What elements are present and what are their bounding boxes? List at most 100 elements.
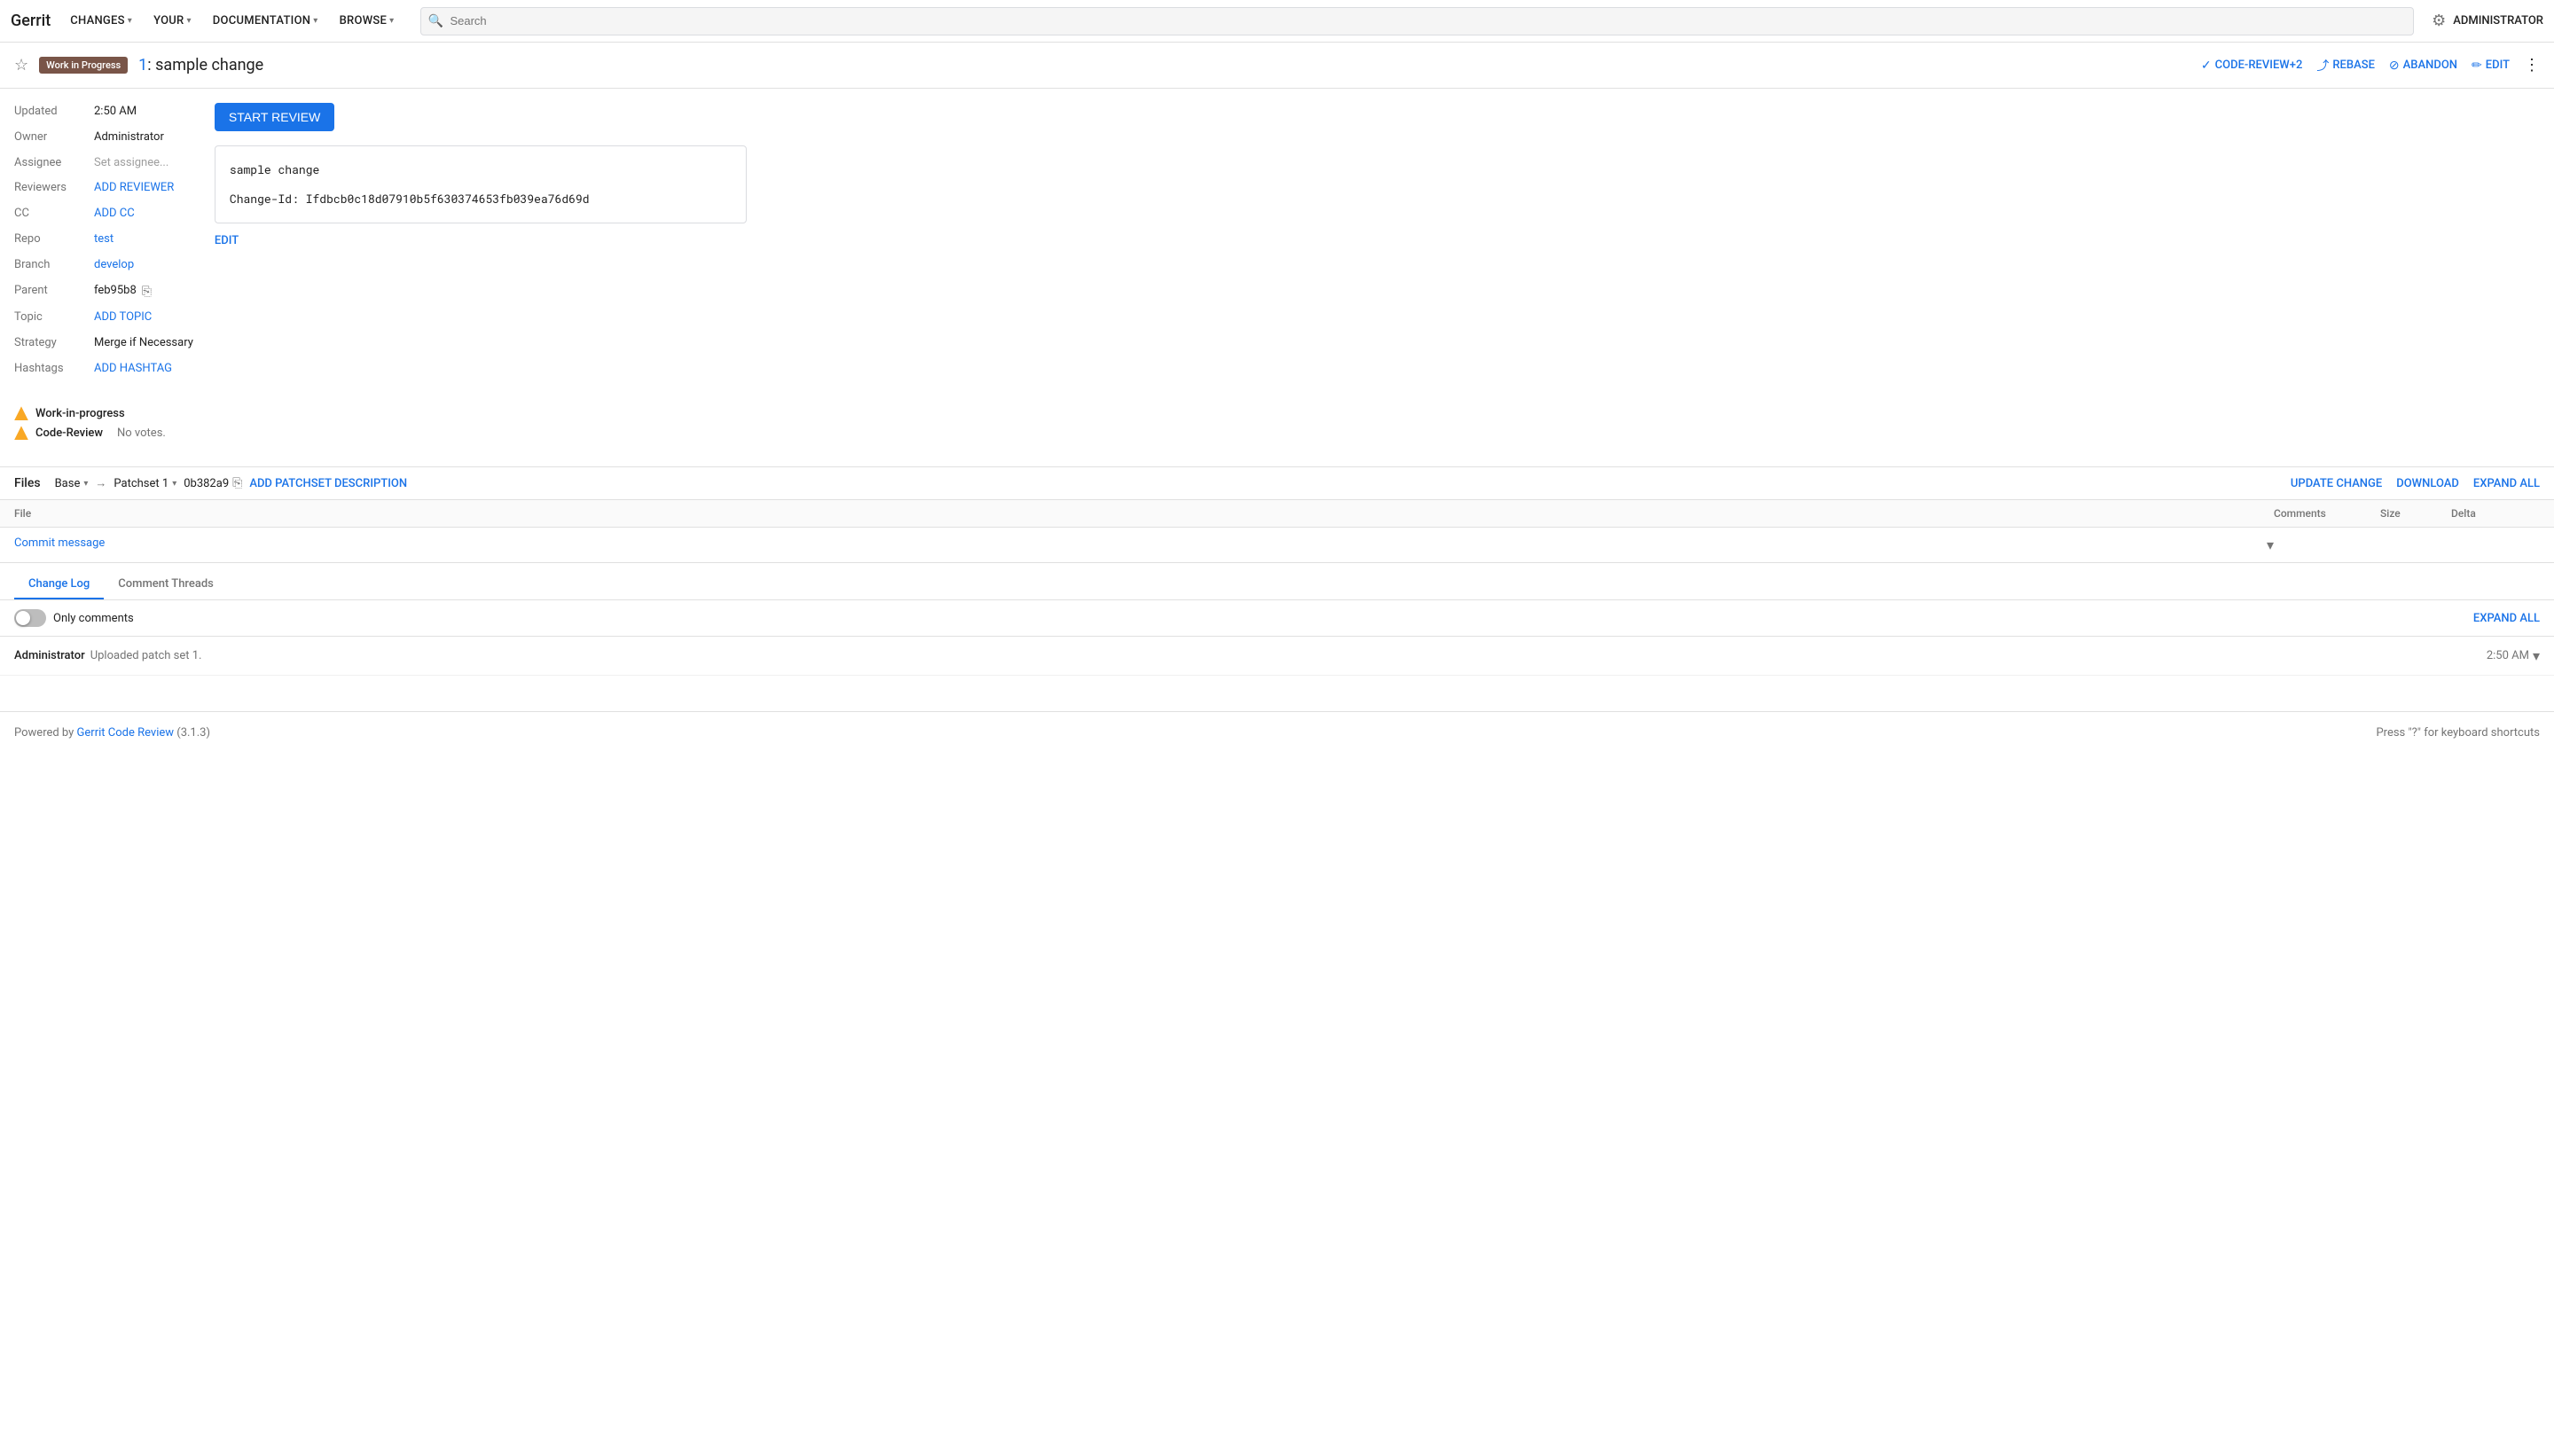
branch-link[interactable]: develop xyxy=(94,256,193,275)
search-container: 🔍 xyxy=(420,7,2414,35)
file-col-header-delta: Delta xyxy=(2451,507,2540,520)
change-meta: Updated 2:50 AM Owner Administrator Assi… xyxy=(14,103,193,385)
add-reviewer-button[interactable]: ADD REVIEWER xyxy=(94,179,193,198)
only-comments-toggle[interactable] xyxy=(14,609,46,627)
your-chevron-icon: ▾ xyxy=(187,16,192,26)
files-title: Files xyxy=(14,476,41,490)
strategy-value: Merge if Necessary xyxy=(94,334,193,353)
settings-icon[interactable]: ⚙ xyxy=(2432,12,2446,30)
change-header: ☆ Work in Progress 1: sample change ✓ CO… xyxy=(0,43,2554,89)
log-time-0: 2:50 AM ▾ xyxy=(2487,647,2540,664)
documentation-chevron-icon: ▾ xyxy=(313,16,317,26)
updated-value: 2:50 AM xyxy=(94,103,193,121)
cc-row: CC ADD CC xyxy=(14,205,193,223)
add-patchset-description-button[interactable]: ADD PATCHSET DESCRIPTION xyxy=(249,477,407,490)
code-review-label-name: Code-Review xyxy=(35,427,103,440)
commit-message-line1: sample change xyxy=(230,160,732,179)
cc-label: CC xyxy=(14,205,94,223)
tab-change-log[interactable]: Change Log xyxy=(14,570,104,599)
checkmark-icon: ✓ xyxy=(2201,59,2212,73)
nav-documentation[interactable]: DOCUMENTATION ▾ xyxy=(204,0,327,43)
patchset-label: Patchset 1 xyxy=(114,477,168,490)
copy-icon[interactable]: ⎘ xyxy=(142,282,152,301)
add-topic-button[interactable]: ADD TOPIC xyxy=(94,309,193,327)
start-review-button[interactable]: START REVIEW xyxy=(215,103,334,131)
reviewers-row: Reviewers ADD REVIEWER xyxy=(14,179,193,198)
commit-message-link[interactable]: Commit message xyxy=(14,536,105,550)
code-review-votes: No votes. xyxy=(117,427,166,440)
toggle-knob xyxy=(16,611,30,625)
log-expand-icon-0[interactable]: ▾ xyxy=(2533,647,2540,664)
parent-value-container: feb95b8 ⎘ xyxy=(94,282,193,301)
change-content: Updated 2:50 AM Owner Administrator Assi… xyxy=(0,89,2554,399)
expand-all-log-button[interactable]: EXPAND ALL xyxy=(2473,612,2540,625)
file-col-header-comments: Comments xyxy=(2274,507,2380,520)
patchset-select[interactable]: Patchset 1 ▾ xyxy=(114,477,176,490)
file-expand-icon[interactable]: ▾ xyxy=(2267,536,2274,553)
arrow-separator: → xyxy=(95,476,106,490)
tab-comment-threads[interactable]: Comment Threads xyxy=(104,570,228,599)
nav-changes[interactable]: CHANGES ▾ xyxy=(61,0,141,43)
file-col-header-file: File xyxy=(14,507,2274,520)
commit-message-box: sample change Change-Id: Ifdbcb0c18d0791… xyxy=(215,145,747,223)
abandon-button[interactable]: ⊘ ABANDON xyxy=(2389,59,2457,73)
hashtags-label: Hashtags xyxy=(14,360,94,379)
patchset-copy-icon[interactable]: ⎘ xyxy=(232,476,242,490)
patchset-hash-value: 0b382a9 xyxy=(184,477,229,490)
branch-row: Branch develop xyxy=(14,256,193,275)
download-button[interactable]: DOWNLOAD xyxy=(2396,477,2459,490)
branch-label: Branch xyxy=(14,256,94,275)
updated-row: Updated 2:50 AM xyxy=(14,103,193,121)
user-menu[interactable]: ADMINISTRATOR xyxy=(2453,14,2543,27)
only-comments-label: Only comments xyxy=(53,612,134,625)
nav-browse[interactable]: BROWSE ▾ xyxy=(331,0,403,43)
gerrit-link[interactable]: Gerrit Code Review xyxy=(77,726,174,740)
star-icon[interactable]: ☆ xyxy=(14,56,28,74)
nav-right: ⚙ ADMINISTRATOR xyxy=(2432,12,2543,30)
abandon-icon: ⊘ xyxy=(2389,59,2400,73)
code-review-label-icon xyxy=(14,426,28,440)
topic-row: Topic ADD TOPIC xyxy=(14,309,193,327)
repo-row: Repo test xyxy=(14,231,193,249)
search-icon: 🔍 xyxy=(427,14,443,28)
expand-all-files-button[interactable]: EXPAND ALL xyxy=(2473,477,2540,490)
change-actions: ✓ CODE-REVIEW+2 ⤴ REBASE ⊘ ABANDON ✏ EDI… xyxy=(2201,56,2540,74)
log-text-0: Uploaded patch set 1. xyxy=(90,649,202,662)
labels-section: Work-in-progress Code-Review No votes. xyxy=(0,399,2554,459)
file-table-header: File Comments Size Delta xyxy=(0,500,2554,528)
topic-label: Topic xyxy=(14,309,94,327)
changes-chevron-icon: ▾ xyxy=(128,16,132,26)
app-logo: Gerrit xyxy=(11,12,51,30)
files-header: Files Base ▾ → Patchset 1 ▾ 0b382a9 ⎘ AD… xyxy=(0,467,2554,500)
parent-row: Parent feb95b8 ⎘ xyxy=(14,282,193,301)
footer-left: Powered by Gerrit Code Review (3.1.3) xyxy=(14,726,210,740)
base-select[interactable]: Base ▾ xyxy=(55,477,89,490)
wip-badge: Work in Progress xyxy=(39,57,128,74)
only-comments-row: Only comments EXPAND ALL xyxy=(0,600,2554,637)
edit-button[interactable]: ✏ EDIT xyxy=(2472,59,2510,73)
parent-value: feb95b8 xyxy=(94,282,137,301)
nav-your[interactable]: YOUR ▾ xyxy=(145,0,200,43)
owner-row: Owner Administrator xyxy=(14,129,193,147)
patchset-chevron-icon: ▾ xyxy=(172,479,176,489)
assignee-row: Assignee Set assignee... xyxy=(14,154,193,173)
assignee-placeholder[interactable]: Set assignee... xyxy=(94,154,193,173)
patchset-hash-container: 0b382a9 ⎘ xyxy=(184,476,242,490)
repo-link[interactable]: test xyxy=(94,231,193,249)
label-row-wip: Work-in-progress xyxy=(14,406,2540,420)
commit-message-line3: Change-Id: Ifdbcb0c18d07910b5f630374653f… xyxy=(230,190,732,208)
edit-icon: ✏ xyxy=(2472,59,2482,73)
more-actions-icon[interactable]: ⋮ xyxy=(2524,56,2540,74)
code-review-button[interactable]: ✓ CODE-REVIEW+2 xyxy=(2201,59,2302,73)
rebase-button[interactable]: ⤴ REBASE xyxy=(2316,57,2375,74)
files-section: Files Base ▾ → Patchset 1 ▾ 0b382a9 ⎘ AD… xyxy=(0,466,2554,676)
add-hashtag-button[interactable]: ADD HASHTAG xyxy=(94,360,193,379)
description-edit-link[interactable]: EDIT xyxy=(215,234,239,247)
update-change-button[interactable]: UPDATE CHANGE xyxy=(2291,477,2382,490)
change-number-link[interactable]: 1 xyxy=(138,56,147,74)
search-input[interactable] xyxy=(420,7,2414,35)
top-nav: Gerrit CHANGES ▾ YOUR ▾ DOCUMENTATION ▾ … xyxy=(0,0,2554,43)
strategy-label: Strategy xyxy=(14,334,94,353)
change-description: START REVIEW sample change Change-Id: If… xyxy=(215,103,2540,385)
add-cc-button[interactable]: ADD CC xyxy=(94,205,193,223)
